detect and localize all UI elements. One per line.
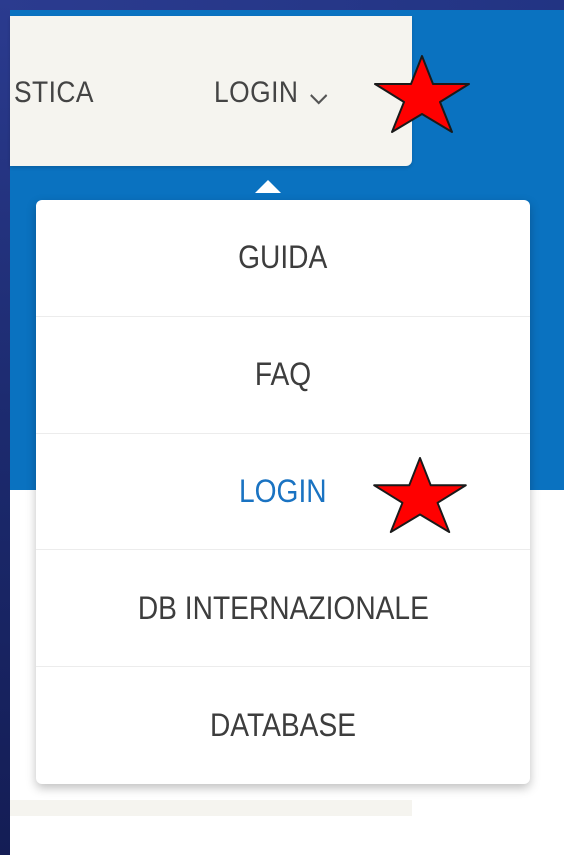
menu-item-label: DB INTERNAZIONALE (137, 589, 429, 626)
top-navbar: STICA LOGIN (10, 16, 412, 166)
red-star-icon (373, 456, 467, 534)
menu-item-guida[interactable]: GUIDA (36, 200, 530, 317)
chevron-down-icon (307, 83, 330, 105)
menu-item-label: GUIDA (238, 239, 328, 276)
screen-frame-left (0, 0, 10, 855)
dropdown-caret (255, 180, 281, 193)
nav-item-login[interactable]: LOGIN (214, 76, 330, 110)
nav-item-partial-label: STICA (14, 76, 94, 109)
menu-item-faq[interactable]: FAQ (36, 317, 530, 434)
nav-item-partial[interactable]: STICA (14, 76, 94, 110)
menu-item-label: FAQ (254, 356, 312, 393)
nav-item-login-label: LOGIN (214, 76, 299, 109)
footer-bar (10, 800, 412, 816)
menu-item-database[interactable]: DATABASE (36, 667, 530, 784)
menu-item-label: LOGIN (239, 472, 327, 509)
red-star-icon (374, 55, 470, 133)
menu-item-label: DATABASE (209, 707, 357, 744)
menu-item-db-internazionale[interactable]: DB INTERNAZIONALE (36, 550, 530, 668)
screen-frame-top (0, 0, 564, 10)
